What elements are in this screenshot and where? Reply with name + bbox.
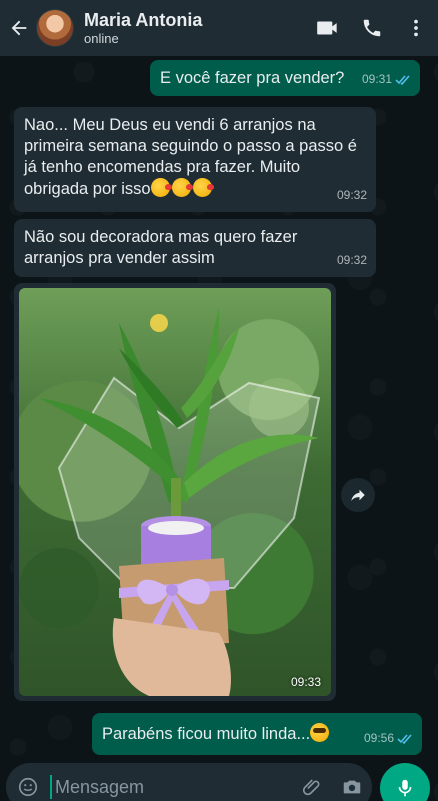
message-outgoing[interactable]: Parabéns ficou muito linda... 09:56 (92, 713, 422, 755)
double-check-read-icon (395, 75, 410, 85)
message-incoming[interactable]: Não sou decoradora mas quero fazer arran… (14, 219, 376, 277)
message-time: 09:56 (363, 731, 394, 745)
message-text: Não sou decoradora mas quero fazer arran… (24, 228, 298, 267)
paperclip-icon (302, 779, 320, 796)
video-call-icon (317, 21, 337, 35)
camera-icon (343, 780, 361, 794)
message-time: 09:33 (290, 675, 321, 689)
message-meta: 09:32 (337, 185, 367, 206)
avatar[interactable] (36, 9, 74, 47)
microphone-icon (398, 779, 412, 797)
message-meta: 09:31 (362, 69, 411, 90)
camera-button[interactable] (332, 763, 372, 801)
message-image[interactable]: 09:33 (14, 283, 336, 701)
back-button[interactable] (2, 0, 36, 56)
message-input[interactable] (50, 775, 292, 799)
message-time: 09:32 (336, 253, 367, 267)
more-options-button[interactable] (394, 0, 438, 56)
double-check-read-icon (397, 734, 412, 744)
message-meta: 09:56 (364, 728, 413, 749)
phone-button[interactable] (350, 0, 394, 56)
contact-info[interactable]: Maria Antonia online (84, 9, 306, 47)
message-text: E você fazer pra vender? (160, 69, 345, 87)
message-time: 09:31 (361, 72, 392, 86)
attach-button[interactable] (292, 763, 332, 801)
message-time: 09:32 (336, 188, 367, 202)
video-call-button[interactable] (306, 0, 350, 56)
message-text: Parabéns ficou muito linda... (102, 725, 311, 743)
message-incoming[interactable]: Nao... Meu Deus eu vendi 6 arranjos na p… (14, 107, 376, 212)
message-outgoing[interactable]: E você fazer pra vender? 09:31 (150, 60, 420, 96)
kissing-face-emoji (150, 178, 172, 197)
phone-icon (363, 19, 381, 37)
forward-button[interactable] (341, 478, 375, 512)
plant-arrangement-illustration (19, 308, 321, 696)
message-meta: 09:32 (337, 250, 367, 271)
kissing-face-emoji (192, 178, 214, 197)
more-vert-icon (414, 19, 418, 37)
contact-status: online (84, 31, 119, 46)
contact-name: Maria Antonia (84, 10, 203, 30)
back-arrow-icon (11, 20, 27, 36)
photo-thumbnail[interactable]: 09:33 (19, 288, 331, 696)
chat-header: Maria Antonia online (0, 0, 438, 56)
message-composer (6, 763, 372, 801)
emoji-button[interactable] (6, 763, 50, 801)
star-struck-emoji (310, 723, 330, 742)
emoji-icon (18, 777, 38, 797)
forward-icon (351, 489, 365, 501)
kissing-face-emoji (171, 178, 193, 197)
